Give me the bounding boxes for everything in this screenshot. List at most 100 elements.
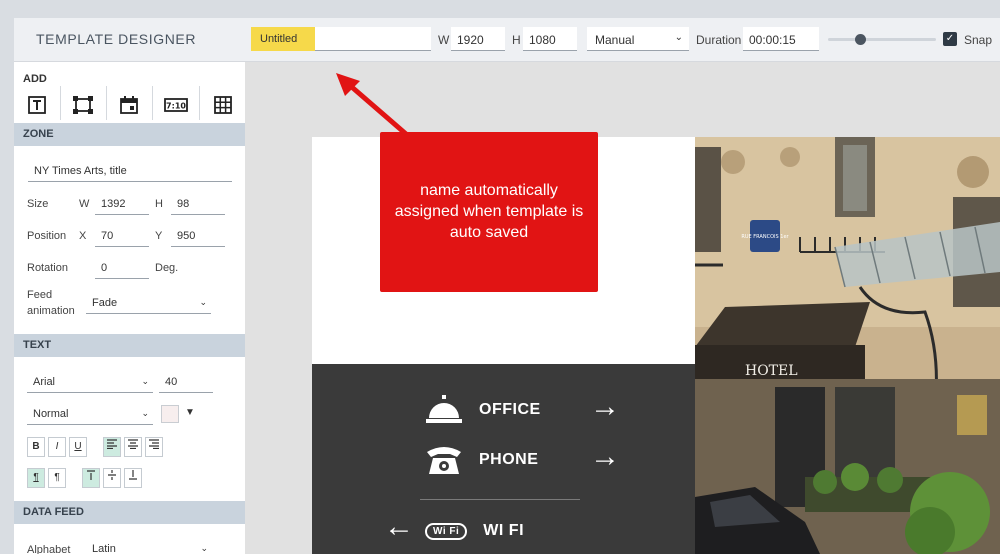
alphabet-value: Latin [92, 543, 116, 554]
valign-bottom-icon [129, 470, 137, 480]
feed-animation-select[interactable]: Fade ⌄ [86, 294, 211, 314]
align-right-button[interactable] [145, 437, 163, 457]
zone-h-label: H [155, 198, 163, 210]
mode-select-value: Manual [595, 33, 635, 47]
underline-button[interactable]: U [69, 437, 87, 457]
align-right-icon [149, 439, 159, 450]
pilcrow-ltr-icon: ¶ [33, 472, 39, 483]
reception-bell-icon [426, 395, 462, 423]
width-input[interactable]: 1920 [451, 27, 505, 51]
text-section-header: TEXT [14, 334, 245, 357]
add-text-button[interactable] [16, 90, 58, 120]
align-center-icon [128, 439, 138, 450]
zone-name-input[interactable]: NY Times Arts, title [28, 162, 232, 182]
add-clock-button[interactable]: 7:10 [155, 90, 197, 120]
pilcrow-rtl-icon: ¶ [54, 472, 60, 483]
chevron-down-icon: ⌄ [141, 408, 149, 418]
text-color-swatch[interactable] [161, 405, 179, 423]
rotation-unit: Deg. [155, 262, 179, 274]
add-table-button[interactable] [202, 90, 244, 120]
signage-zone[interactable]: OFFICE → PHONE → ← Wi Fi WI FI [312, 364, 695, 554]
hotel-sign-text: HOTEL [745, 363, 798, 379]
zone-section-header: ZONE [14, 123, 245, 146]
font-family-select[interactable]: Arial ⌄ [27, 373, 153, 393]
alphabet-select[interactable]: Latin ⌄ [86, 540, 212, 554]
zone-width-input[interactable]: 1392 [95, 195, 149, 215]
font-size-input[interactable]: 40 [159, 373, 213, 393]
check-icon: ✓ [945, 33, 955, 44]
arrow-right-icon: → [590, 390, 620, 423]
tool-divider [199, 86, 200, 120]
mode-select[interactable]: Manual ⌄ [587, 27, 689, 51]
duration-input[interactable]: 00:00:15 [743, 27, 819, 51]
zone-x-input[interactable]: 70 [95, 227, 149, 247]
phone-row: PHONE [425, 444, 538, 476]
italic-button[interactable]: I [48, 437, 66, 457]
wifi-label: WI FI [483, 522, 525, 539]
top-toolbar: TEMPLATE DESIGNER Untitled W 1920 H 1080… [14, 18, 1000, 62]
app-title: TEMPLATE DESIGNER [36, 31, 197, 47]
align-center-button[interactable] [124, 437, 142, 457]
add-date-button[interactable] [108, 90, 150, 120]
feed-animation-value: Fade [92, 297, 118, 309]
snap-checkbox[interactable]: ✓ [943, 32, 957, 46]
clock-tool-icon: 7:10 [164, 98, 188, 112]
add-section-title: ADD [23, 73, 47, 85]
valign-top-button[interactable] [82, 468, 100, 488]
align-left-icon [107, 439, 117, 450]
hotel-photo: RUE FRANCOIS 1er HOTEL [695, 137, 1000, 554]
hotel-facade-image: RUE FRANCOIS 1er HOTEL [695, 137, 1000, 554]
font-style-select[interactable]: Normal ⌄ [27, 405, 153, 425]
street-sign-text: RUE FRANCOIS 1er [741, 234, 789, 240]
office-label: OFFICE [479, 401, 541, 418]
chevron-down-icon: ⌄ [200, 543, 208, 553]
text-tool-icon [28, 96, 46, 114]
zoom-slider-handle[interactable] [855, 34, 866, 45]
rtl-button[interactable]: ¶ [48, 468, 66, 488]
arrow-left-icon: ← [384, 510, 414, 543]
zone-height-input[interactable]: 98 [171, 195, 225, 215]
height-input[interactable]: 1080 [523, 27, 577, 51]
wifi-badge-icon: Wi Fi [425, 522, 468, 540]
font-family-value: Arial [33, 376, 56, 388]
sign-divider [420, 499, 580, 500]
zone-y-label: Y [155, 230, 163, 242]
wifi-row: Wi Fi WI FI [425, 522, 524, 540]
size-label: Size [27, 198, 49, 210]
valign-top-icon [87, 470, 95, 480]
align-left-button[interactable] [103, 437, 121, 457]
valign-middle-icon [108, 470, 116, 480]
zoom-slider[interactable] [828, 38, 936, 41]
tool-divider [60, 86, 61, 120]
rotation-label: Rotation [27, 262, 68, 274]
alphabet-label: Alphabet [27, 544, 71, 554]
shape-tool-icon [73, 96, 93, 114]
data-feed-section-header: DATA FEED [14, 501, 245, 524]
svg-text:7:10: 7:10 [166, 102, 186, 111]
valign-bottom-button[interactable] [124, 468, 142, 488]
annotation-arrow-icon [336, 73, 408, 136]
duration-label: Duration [696, 33, 742, 47]
rotation-input[interactable]: 0 [95, 259, 149, 279]
ltr-button[interactable]: ¶ [27, 468, 45, 488]
annotation-callout: name automatically assigned when templat… [380, 132, 598, 292]
width-label: W [438, 33, 450, 47]
caret-down-icon[interactable]: ▼ [185, 407, 195, 418]
template-name-value: Untitled [251, 27, 315, 51]
bold-button[interactable]: B [27, 437, 45, 457]
phone-label: PHONE [479, 451, 539, 468]
chevron-down-icon: ⌄ [199, 297, 207, 307]
callout-text: name automatically assigned when templat… [394, 182, 584, 241]
feed-animation-label-line2: animation [27, 305, 75, 317]
height-label: H [512, 33, 521, 47]
add-shape-button[interactable] [62, 90, 104, 120]
telephone-icon [427, 447, 461, 474]
arrow-right-icon: → [590, 440, 620, 473]
zone-y-input[interactable]: 950 [171, 227, 225, 247]
valign-middle-button[interactable] [103, 468, 121, 488]
table-tool-icon [214, 96, 232, 114]
template-name-input[interactable]: Untitled [251, 27, 431, 51]
zone-x-label: X [79, 230, 87, 242]
font-style-value: Normal [33, 408, 69, 420]
office-row: OFFICE [425, 394, 541, 426]
